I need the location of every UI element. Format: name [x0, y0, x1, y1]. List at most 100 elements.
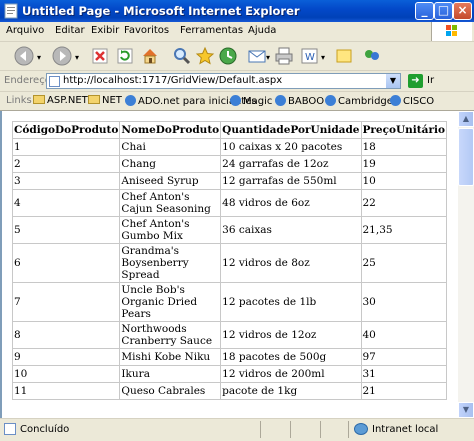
edit-word-icon[interactable]: W — [300, 46, 320, 66]
table-row: 7 Uncle Bob's Organic Dried Pears 12 pac… — [11, 282, 447, 322]
links-bar: Links ASP.NET NET ADO.net para iniciante… — [0, 92, 474, 111]
table-row: 1 Chai 10 caixas x 20 pacotes 18 — [11, 138, 447, 156]
table-cell: 36 caixas — [220, 216, 362, 244]
ie-page-icon — [230, 95, 241, 106]
table-cell: 9 — [11, 348, 121, 366]
folder-icon — [33, 95, 45, 104]
table-cell: 10 — [11, 365, 121, 383]
address-url[interactable]: http://localhost:1717/GridView/Default.a… — [63, 75, 282, 86]
menu-favoritos[interactable]: Favoritos — [124, 25, 169, 36]
table-row: 10 Ikura 12 vidros de 200ml 31 — [11, 365, 447, 383]
favorites-star-icon[interactable] — [195, 46, 215, 66]
table-cell: 30 — [360, 282, 447, 322]
table-row: 11 Queso Cabrales pacote de 1kg 21 — [11, 382, 447, 400]
table-cell: 18 — [360, 138, 447, 156]
go-button[interactable]: Ir — [427, 75, 434, 86]
column-header: NomeDoProduto — [119, 121, 222, 139]
address-bar: Endereço http://localhost:1717/GridView/… — [0, 71, 474, 92]
link-cisco[interactable]: CISCO — [390, 95, 434, 107]
table-row: 8 Northwoods Cranberry Sauce 12 vidros d… — [11, 321, 447, 349]
table-cell: Chai — [119, 138, 222, 156]
ie-page-icon — [390, 95, 401, 106]
menu-editar[interactable]: Editar — [55, 25, 85, 36]
link-magic[interactable]: Magic — [230, 95, 272, 107]
stop-icon[interactable] — [90, 46, 110, 66]
link-label: CISCO — [403, 96, 435, 107]
table-cell: Chang — [119, 155, 222, 173]
table-cell: 11 — [11, 382, 121, 400]
table-row: 3 Aniseed Syrup 12 garrafas de 550ml 10 — [11, 172, 447, 190]
menu-ferramentas[interactable]: Ferramentas — [180, 25, 243, 36]
table-cell: Aniseed Syrup — [119, 172, 222, 190]
link-baboo[interactable]: BABOO — [275, 95, 324, 107]
table-cell: Chef Anton's Cajun Seasoning — [119, 189, 222, 217]
table-cell: 18 pacotes de 500g — [220, 348, 362, 366]
messenger-icon[interactable] — [362, 46, 382, 66]
link-net[interactable]: NET — [88, 95, 122, 106]
link-cambridge[interactable]: Cambridge — [325, 95, 393, 107]
title-bar: Untitled Page - Microsoft Internet Explo… — [0, 0, 474, 22]
table-row: 5 Chef Anton's Gumbo Mix 36 caixas 21,35 — [11, 216, 447, 244]
intranet-zone-icon — [354, 423, 368, 435]
table-header-row: CódigoDoProduto NomeDoProduto Quantidade… — [11, 121, 447, 139]
forward-dropdown-icon[interactable]: ▾ — [75, 53, 79, 62]
table-cell: 10 caixas x 20 pacotes — [220, 138, 362, 156]
print-icon[interactable] — [274, 46, 294, 66]
scroll-thumb[interactable] — [458, 128, 474, 186]
refresh-icon[interactable] — [115, 46, 135, 66]
table-cell: 12 vidros de 12oz — [220, 321, 362, 349]
edit-dropdown-icon[interactable]: ▾ — [321, 53, 325, 62]
link-label: ASP.NET — [47, 95, 88, 106]
link-aspnet[interactable]: ASP.NET — [33, 95, 88, 106]
table-cell: 8 — [11, 321, 121, 349]
home-icon[interactable] — [140, 46, 160, 66]
search-icon[interactable] — [172, 46, 192, 66]
address-input[interactable]: http://localhost:1717/GridView/Default.a… — [46, 73, 401, 89]
table-cell: 21,35 — [360, 216, 447, 244]
windows-logo-icon — [431, 22, 472, 41]
scroll-down-icon[interactable]: ▼ — [458, 402, 474, 418]
minimize-button[interactable]: _ — [415, 2, 434, 20]
toolbar: ▾ ▾ ▾ W ▾ — [0, 42, 474, 71]
mail-dropdown-icon[interactable]: ▾ — [266, 53, 270, 62]
document-icon — [4, 3, 18, 19]
maximize-button[interactable]: □ — [434, 2, 453, 20]
table-cell: Mishi Kobe Niku — [119, 348, 222, 366]
column-header: QuantidadePorUnidade — [220, 121, 362, 139]
table-cell: Grandma's Boysenberry Spread — [119, 243, 222, 283]
mail-icon[interactable] — [247, 46, 267, 66]
vertical-scrollbar[interactable]: ▲ ▼ — [458, 111, 474, 418]
address-dropdown-icon[interactable]: ▼ — [386, 74, 400, 88]
security-zone-text: Intranet local — [372, 424, 439, 435]
table-row: 6 Grandma's Boysenberry Spread 12 vidros… — [11, 243, 447, 283]
menu-bar: Arquivo Editar Exibir Favoritos Ferramen… — [0, 22, 474, 42]
table-cell: 3 — [11, 172, 121, 190]
table-cell: Chef Anton's Gumbo Mix — [119, 216, 222, 244]
ie-page-icon — [125, 95, 136, 106]
table-cell: 31 — [360, 365, 447, 383]
svg-text:W: W — [305, 52, 315, 63]
menu-ajuda[interactable]: Ajuda — [248, 25, 276, 36]
table-cell: 40 — [360, 321, 447, 349]
table-cell: 1 — [11, 138, 121, 156]
go-arrow-icon[interactable]: ➜ — [408, 74, 423, 88]
link-label: BABOO — [288, 96, 325, 107]
close-button[interactable]: × — [453, 2, 472, 20]
status-divider — [320, 421, 321, 438]
back-dropdown-icon[interactable]: ▾ — [37, 53, 41, 62]
table-cell: 22 — [360, 189, 447, 217]
page-done-icon — [4, 423, 16, 435]
forward-icon[interactable] — [52, 46, 72, 66]
table-cell: 48 vidros de 6oz — [220, 189, 362, 217]
window-title: Untitled Page - Microsoft Internet Explo… — [22, 4, 300, 18]
menu-arquivo[interactable]: Arquivo — [6, 25, 44, 36]
discuss-icon[interactable] — [334, 46, 354, 66]
menu-exibir[interactable]: Exibir — [91, 25, 119, 36]
table-cell: pacote de 1kg — [220, 382, 362, 400]
back-icon[interactable] — [14, 46, 34, 66]
scroll-up-icon[interactable]: ▲ — [458, 111, 474, 127]
history-icon[interactable] — [218, 46, 238, 66]
table-cell: 12 pacotes de 1lb — [220, 282, 362, 322]
page-content: CódigoDoProduto NomeDoProduto Quantidade… — [0, 111, 458, 418]
table-cell: 12 vidros de 200ml — [220, 365, 362, 383]
